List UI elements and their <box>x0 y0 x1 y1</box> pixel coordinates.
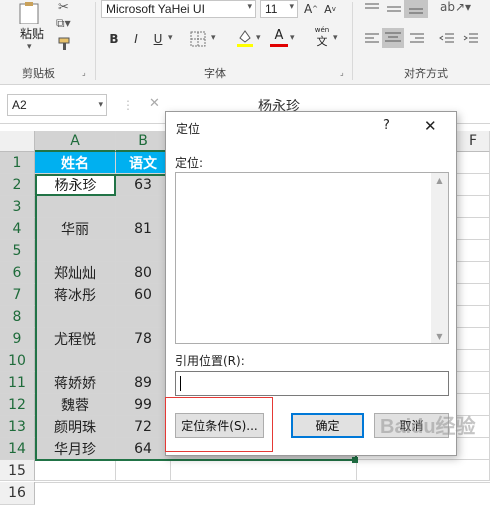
cut-icon[interactable]: ✂ <box>58 0 69 15</box>
phonetic-bottom-label: 文 <box>316 35 328 48</box>
copy-icon[interactable]: ⧉▾ <box>56 16 71 31</box>
borders-icon[interactable] <box>190 31 208 50</box>
ribbon-divider <box>352 2 353 80</box>
header-cell-subject[interactable]: 语文 <box>116 152 171 174</box>
phonetic-top-label: wén <box>314 26 330 34</box>
row-header-12[interactable]: 12 <box>0 394 35 416</box>
goto-dialog: 定位 ? ✕ 定位: ▲ ▼ 引用位置(R): 定位条件(S)... 确定 取消 <box>165 111 457 456</box>
row-header-2[interactable]: 2 <box>0 174 35 196</box>
reference-label: 引用位置(R): <box>175 354 245 368</box>
fill-color-icon[interactable] <box>236 28 254 51</box>
cancel-formula-icon[interactable]: ✕ <box>149 96 160 111</box>
row-header-3[interactable]: 3 <box>0 196 35 218</box>
font-launcher-icon[interactable]: ⌟ <box>340 68 344 77</box>
name-box-value: A2 <box>12 98 27 112</box>
dialog-title: 定位 <box>176 122 201 136</box>
ok-button[interactable]: 确定 <box>291 413 364 438</box>
paste-button[interactable]: 粘贴 <box>20 25 44 42</box>
table-cell-empty[interactable] <box>171 460 357 481</box>
listbox-scrollbar[interactable]: ▲ ▼ <box>431 173 448 343</box>
close-icon[interactable]: ✕ <box>424 117 437 135</box>
goto-listbox[interactable]: ▲ ▼ <box>175 172 449 344</box>
underline-button[interactable]: U <box>150 30 166 48</box>
align-middle-icon[interactable] <box>385 1 403 20</box>
font-name-dropdown[interactable]: Microsoft YaHei UI ▾ <box>101 0 256 18</box>
table-cell-empty[interactable] <box>116 482 171 483</box>
reference-input[interactable] <box>175 371 449 396</box>
row-header-14[interactable]: 14 <box>0 438 35 460</box>
shrink-font-button[interactable]: Av <box>322 0 338 18</box>
row-header-7[interactable]: 7 <box>0 284 35 306</box>
scroll-up-icon[interactable]: ▲ <box>431 176 448 185</box>
align-center-icon[interactable] <box>382 28 404 48</box>
special-button[interactable]: 定位条件(S)... <box>175 413 264 438</box>
row-header-8[interactable]: 8 <box>0 306 35 328</box>
alignment-group-label: 对齐方式 <box>404 67 448 80</box>
column-header-b[interactable]: B <box>116 131 171 152</box>
clipboard-launcher-icon[interactable]: ⌟ <box>82 68 86 77</box>
bold-button[interactable]: B <box>106 30 122 48</box>
table-cell-empty[interactable] <box>116 460 171 481</box>
font-color-letter: A <box>274 28 284 43</box>
chevron-down-icon: ▾ <box>289 1 294 11</box>
phonetic-button[interactable]: wén 文 <box>313 26 331 48</box>
column-header-f[interactable]: F <box>457 131 490 152</box>
table-cell-empty[interactable] <box>357 460 490 481</box>
table-cell-empty[interactable] <box>171 482 357 483</box>
borders-dropdown-icon[interactable]: ▾ <box>211 33 216 43</box>
select-all-corner[interactable] <box>0 131 35 152</box>
text-cursor <box>180 376 181 391</box>
row-header-4[interactable]: 4 <box>0 218 35 240</box>
shrink-font-icon: A <box>324 2 332 16</box>
name-box[interactable]: A2 ▾ <box>7 94 107 116</box>
ribbon-divider <box>95 2 96 80</box>
paste-dropdown-icon[interactable]: ▾ <box>27 42 32 52</box>
phonetic-dropdown-icon[interactable]: ▾ <box>333 33 338 43</box>
font-size-value: 11 <box>265 2 278 16</box>
increase-indent-icon[interactable] <box>462 31 480 50</box>
orientation-icon[interactable]: ab↗▾ <box>440 0 471 14</box>
row-header-5[interactable]: 5 <box>0 240 35 262</box>
grow-font-icon: A <box>303 2 313 16</box>
header-cell-name[interactable]: 姓名 <box>35 152 116 174</box>
font-group-label: 字体 <box>204 67 226 80</box>
fill-handle[interactable] <box>352 457 358 463</box>
formula-divider-icon: ⋮ <box>122 98 134 112</box>
align-left-icon[interactable] <box>363 31 381 50</box>
align-bottom-icon[interactable] <box>404 0 428 18</box>
row-header-1[interactable]: 1 <box>0 152 35 174</box>
clipboard-group-label: 剪贴板 <box>22 67 55 80</box>
row-header-13[interactable]: 13 <box>0 416 35 438</box>
baidu-watermark: Baidu经验 <box>380 416 476 438</box>
row-header-16[interactable]: 16 <box>0 482 35 505</box>
format-painter-icon[interactable] <box>58 37 72 54</box>
help-button[interactable]: ? <box>383 118 390 133</box>
align-top-icon[interactable] <box>363 1 381 20</box>
table-cell-empty[interactable] <box>35 460 116 481</box>
decrease-indent-icon[interactable] <box>438 31 456 50</box>
column-header-a[interactable]: A <box>35 131 116 152</box>
align-right-icon[interactable] <box>408 31 426 50</box>
font-name-value: Microsoft YaHei UI <box>106 2 205 16</box>
row-header-15[interactable]: 15 <box>0 460 35 481</box>
italic-button[interactable]: I <box>128 30 144 48</box>
scroll-down-icon[interactable]: ▼ <box>431 332 448 341</box>
font-color-dropdown-icon[interactable]: ▾ <box>290 33 295 43</box>
paste-icon[interactable] <box>16 2 46 25</box>
chevron-down-icon: ▾ <box>247 1 252 11</box>
table-cell-empty[interactable] <box>35 482 116 483</box>
fill-color-dropdown-icon[interactable]: ▾ <box>256 33 261 43</box>
goto-label: 定位: <box>175 156 204 170</box>
row-header-6[interactable]: 6 <box>0 262 35 284</box>
row-header-11[interactable]: 11 <box>0 372 35 394</box>
table-cell-empty[interactable] <box>357 482 490 483</box>
row-header-9[interactable]: 9 <box>0 328 35 350</box>
grow-font-button[interactable]: A ^ <box>303 0 319 18</box>
font-color-icon[interactable]: A <box>270 28 288 48</box>
chevron-down-icon: ▾ <box>98 99 103 109</box>
underline-dropdown-icon[interactable]: ▾ <box>168 33 173 43</box>
font-size-dropdown[interactable]: 11 ▾ <box>260 0 298 18</box>
row-header-10[interactable]: 10 <box>0 350 35 372</box>
ribbon: 粘贴 ▾ ✂ ⧉▾ 剪贴板 ⌟ Microsoft YaHei UI ▾ 11 … <box>0 0 490 85</box>
